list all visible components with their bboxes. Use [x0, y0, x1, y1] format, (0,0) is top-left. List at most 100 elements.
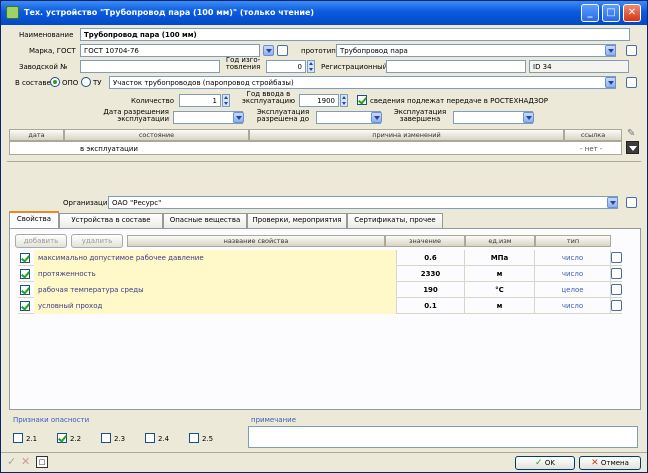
property-row[interactable]: рабочая температура среды 190 °С целое [18, 282, 622, 298]
composition-browse-icon[interactable] [626, 77, 637, 88]
edit-pencil-icon[interactable]: ✎ [627, 128, 639, 140]
props-col-unit[interactable]: ед.изм [465, 235, 535, 247]
org-field[interactable]: ОАО "Ресурс" [108, 196, 618, 209]
property-edit-icon[interactable] [611, 300, 622, 311]
tab-hazardous-substances[interactable]: Опасные вещества [163, 213, 247, 228]
hazard-checkbox-2-5[interactable] [189, 433, 199, 443]
property-value[interactable]: 0.6 [397, 250, 465, 266]
name-field[interactable]: Трубопровод пара (100 мм) [80, 28, 630, 41]
org-browse-icon[interactable] [626, 197, 637, 208]
state-col-date[interactable]: дата [9, 129, 64, 141]
hazard-label-2-4: 2.4 [158, 435, 170, 443]
reg-field[interactable] [386, 60, 526, 73]
composition-field[interactable]: Участок трубопроводов (паропровод стройб… [109, 76, 616, 89]
window-title: Тех. устройство "Трубопровод пара (100 м… [24, 8, 315, 17]
year-in-label: Год ввода в эксплуатацию [242, 90, 295, 105]
ok-button[interactable]: ✓ OK [515, 456, 575, 470]
permit-until-dropdown-icon[interactable] [371, 112, 382, 123]
property-checkbox[interactable] [20, 269, 30, 279]
org-label: Организация [63, 199, 112, 207]
property-unit: °С [465, 282, 535, 298]
property-row[interactable]: протяженность 2330 м число [18, 266, 622, 282]
state-col-link[interactable]: ссылка [564, 129, 622, 141]
opo-radio[interactable] [50, 77, 60, 87]
footer-separator [1, 452, 647, 453]
scroll-down-icon[interactable] [626, 141, 639, 154]
close-button[interactable]: ✕ [623, 4, 641, 22]
property-name: условный проход [34, 298, 397, 314]
property-row[interactable]: условный проход 0.1 м число [18, 298, 622, 314]
title-bar[interactable]: Тех. устройство "Трубопровод пара (100 м… [1, 1, 647, 25]
hazard-label-2-1: 2.1 [26, 435, 38, 443]
property-type: число [535, 298, 611, 314]
rostech-label: сведения подлежат передаче в РОСТЕХНАДЗО… [370, 97, 549, 105]
tab-devices[interactable]: Устройства в составе [59, 213, 163, 228]
prototype-field[interactable]: Трубопровод пара [336, 44, 616, 57]
cancel-label: Отмена [600, 459, 629, 467]
props-col-name[interactable]: название свойства [127, 235, 385, 247]
note-field[interactable] [248, 426, 638, 448]
hazard-checkbox-2-3[interactable] [101, 433, 111, 443]
id-field: ID 34 [529, 60, 629, 73]
property-checkbox[interactable] [20, 285, 30, 295]
minimize-button[interactable]: _ [581, 4, 599, 22]
cross-icon[interactable]: ✕ [21, 455, 30, 468]
mark-dropdown-icon[interactable] [263, 45, 274, 56]
property-unit: м [465, 298, 535, 314]
serial-field[interactable] [80, 60, 220, 73]
property-checkbox[interactable] [20, 301, 30, 311]
composition-label: В составе [15, 79, 51, 87]
tab-certificates[interactable]: Сертификаты, прочее [347, 213, 443, 228]
rostech-checkbox[interactable] [357, 95, 367, 105]
hazard-label-2-5: 2.5 [202, 435, 214, 443]
window-icon[interactable]: □ [36, 456, 48, 468]
property-edit-icon[interactable] [611, 284, 622, 295]
org-dropdown-icon[interactable] [607, 197, 618, 208]
delete-property-button[interactable]: удалить [71, 234, 123, 248]
qty-label: Количество [131, 97, 175, 105]
composition-dropdown-icon[interactable] [605, 77, 616, 88]
property-value[interactable]: 2330 [397, 266, 465, 282]
year-made-field[interactable]: 0 [266, 60, 306, 73]
property-edit-icon[interactable] [611, 268, 622, 279]
props-col-value[interactable]: значение [385, 235, 465, 247]
year-made-spinner[interactable] [307, 60, 315, 73]
mark-browse-icon[interactable] [277, 45, 288, 56]
exploit-done-field[interactable] [453, 111, 533, 124]
prototype-browse-icon[interactable] [626, 45, 637, 56]
hazard-checkbox-2-2[interactable] [57, 433, 67, 443]
props-col-type[interactable]: тип [535, 235, 611, 247]
exploit-done-dropdown-icon[interactable] [523, 112, 534, 123]
state-row[interactable]: в эксплуатации - нет - [9, 141, 622, 155]
checkmark-icon[interactable]: ✓ [7, 455, 16, 468]
tab-properties[interactable]: Свойства [9, 211, 59, 229]
hazard-checkbox-2-4[interactable] [145, 433, 155, 443]
property-value[interactable]: 190 [397, 282, 465, 298]
main-window: Тех. устройство "Трубопровод пара (100 м… [0, 0, 648, 473]
property-checkbox[interactable] [20, 253, 30, 263]
year-in-field[interactable]: 1900 [299, 94, 339, 107]
add-property-button[interactable]: добавить [15, 234, 67, 248]
tab-inspections[interactable]: Проверки, мероприятия [247, 213, 347, 228]
ok-check-icon: ✓ [535, 458, 543, 468]
year-made-label: Год изго-товления [225, 56, 261, 71]
year-in-spinner[interactable] [340, 94, 348, 107]
state-col-state[interactable]: состояние [64, 129, 249, 141]
property-type: число [535, 250, 611, 266]
maximize-button[interactable]: □ [602, 4, 620, 22]
prototype-dropdown-icon[interactable] [605, 45, 616, 56]
property-unit: МПа [465, 250, 535, 266]
qty-field[interactable]: 1 [179, 94, 221, 107]
property-value[interactable]: 0.1 [397, 298, 465, 314]
state-col-reason[interactable]: причина изменений [249, 129, 564, 141]
cancel-button[interactable]: ✕ Отмена [579, 456, 641, 470]
mark-label: Марка, ГОСТ [29, 47, 76, 55]
permit-date-dropdown-icon[interactable] [233, 112, 244, 123]
qty-spinner[interactable] [222, 94, 230, 107]
hazard-label-2-2: 2.2 [70, 435, 82, 443]
property-edit-icon[interactable] [611, 252, 622, 263]
property-row[interactable]: максимально допустимое рабочее давление … [18, 250, 622, 266]
hazard-checkbox-2-1[interactable] [13, 433, 23, 443]
property-type: целое [535, 282, 611, 298]
tu-radio[interactable] [81, 77, 91, 87]
